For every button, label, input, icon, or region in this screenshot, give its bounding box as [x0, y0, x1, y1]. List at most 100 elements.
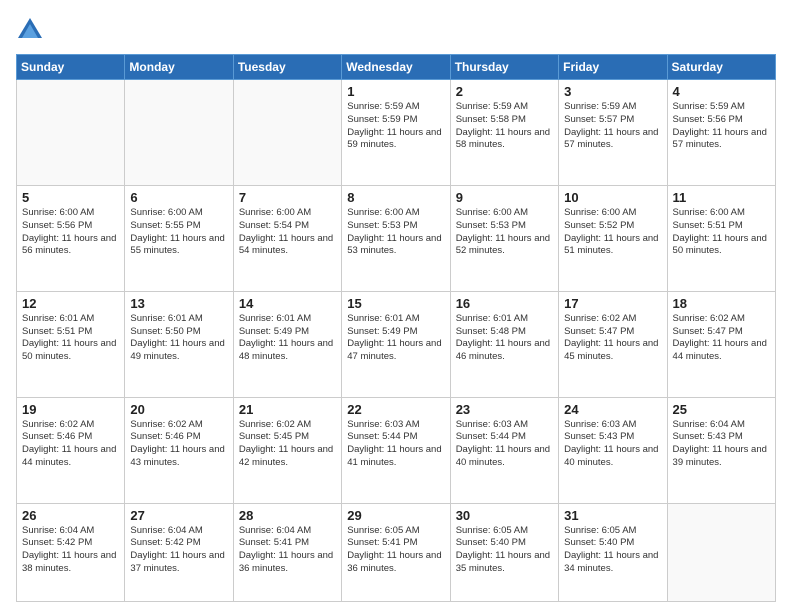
cell-sun-info: Sunrise: 6:01 AM Sunset: 5:49 PM Dayligh… — [347, 313, 444, 364]
day-number: 19 — [22, 402, 119, 417]
cell-sun-info: Sunrise: 6:02 AM Sunset: 5:46 PM Dayligh… — [130, 419, 227, 470]
calendar-cell: 11 Sunrise: 6:00 AM Sunset: 5:51 PM Dayli… — [667, 185, 775, 291]
calendar-cell: 8 Sunrise: 6:00 AM Sunset: 5:53 PM Daylig… — [342, 185, 450, 291]
week-row-4: 26 Sunrise: 6:04 AM Sunset: 5:42 PM Dayli… — [17, 503, 776, 602]
calendar-cell: 21 Sunrise: 6:02 AM Sunset: 5:45 PM Dayli… — [233, 397, 341, 503]
cell-sun-info: Sunrise: 6:00 AM Sunset: 5:53 PM Dayligh… — [456, 207, 553, 258]
calendar-cell — [667, 503, 775, 602]
week-row-2: 12Sunrise: 6:01 AM Sunset: 5:51 PM Dayli… — [17, 291, 776, 397]
weekday-header-saturday: Saturday — [667, 55, 775, 80]
calendar-cell: 18Sunrise: 6:02 AM Sunset: 5:47 PM Dayli… — [667, 291, 775, 397]
calendar-cell: 23Sunrise: 6:03 AM Sunset: 5:44 PM Dayli… — [450, 397, 558, 503]
cell-sun-info: Sunrise: 6:00 AM Sunset: 5:53 PM Dayligh… — [347, 207, 444, 258]
day-number: 5 — [22, 190, 119, 205]
calendar-cell: 24 Sunrise: 6:03 AM Sunset: 5:43 PM Dayli… — [559, 397, 667, 503]
day-number: 30 — [456, 508, 553, 523]
calendar-cell: 28 Sunrise: 6:04 AM Sunset: 5:41 PM Dayli… — [233, 503, 341, 602]
calendar-cell: 17 Sunrise: 6:02 AM Sunset: 5:47 PM Dayli… — [559, 291, 667, 397]
page: SundayMondayTuesdayWednesdayThursdayFrid… — [0, 0, 792, 612]
calendar-cell: 7 Sunrise: 6:00 AM Sunset: 5:54 PM Daylig… — [233, 185, 341, 291]
calendar-cell: 14Sunrise: 6:01 AM Sunset: 5:49 PM Dayli… — [233, 291, 341, 397]
cell-sun-info: Sunrise: 6:00 AM Sunset: 5:56 PM Dayligh… — [22, 207, 119, 258]
cell-sun-info: Sunrise: 6:04 AM Sunset: 5:42 PM Dayligh… — [130, 525, 227, 576]
calendar-cell: 25 Sunrise: 6:04 AM Sunset: 5:43 PM Dayli… — [667, 397, 775, 503]
calendar-cell: 2 Sunrise: 5:59 AM Sunset: 5:58 PM Daylig… — [450, 80, 558, 186]
header — [16, 16, 776, 44]
weekday-header-tuesday: Tuesday — [233, 55, 341, 80]
cell-sun-info: Sunrise: 6:01 AM Sunset: 5:48 PM Dayligh… — [456, 313, 553, 364]
day-number: 8 — [347, 190, 444, 205]
calendar-cell: 20 Sunrise: 6:02 AM Sunset: 5:46 PM Dayli… — [125, 397, 233, 503]
cell-sun-info: Sunrise: 6:04 AM Sunset: 5:42 PM Dayligh… — [22, 525, 119, 576]
week-row-0: 1 Sunrise: 5:59 AM Sunset: 5:59 PM Daylig… — [17, 80, 776, 186]
calendar-cell: 3 Sunrise: 5:59 AM Sunset: 5:57 PM Daylig… — [559, 80, 667, 186]
cell-sun-info: Sunrise: 6:00 AM Sunset: 5:55 PM Dayligh… — [130, 207, 227, 258]
day-number: 11 — [673, 190, 770, 205]
day-number: 21 — [239, 402, 336, 417]
calendar-cell: 31 Sunrise: 6:05 AM Sunset: 5:40 PM Dayli… — [559, 503, 667, 602]
day-number: 17 — [564, 296, 661, 311]
day-number: 16 — [456, 296, 553, 311]
calendar-cell: 10 Sunrise: 6:00 AM Sunset: 5:52 PM Dayli… — [559, 185, 667, 291]
calendar-cell: 27 Sunrise: 6:04 AM Sunset: 5:42 PM Dayli… — [125, 503, 233, 602]
day-number: 3 — [564, 84, 661, 99]
day-number: 1 — [347, 84, 444, 99]
calendar-cell: 13Sunrise: 6:01 AM Sunset: 5:50 PM Dayli… — [125, 291, 233, 397]
calendar-cell: 1 Sunrise: 5:59 AM Sunset: 5:59 PM Daylig… — [342, 80, 450, 186]
logo-icon — [16, 16, 44, 44]
day-number: 24 — [564, 402, 661, 417]
cell-sun-info: Sunrise: 6:01 AM Sunset: 5:49 PM Dayligh… — [239, 313, 336, 364]
calendar-cell — [125, 80, 233, 186]
day-number: 28 — [239, 508, 336, 523]
weekday-header-row: SundayMondayTuesdayWednesdayThursdayFrid… — [17, 55, 776, 80]
cell-sun-info: Sunrise: 6:00 AM Sunset: 5:52 PM Dayligh… — [564, 207, 661, 258]
cell-sun-info: Sunrise: 6:00 AM Sunset: 5:54 PM Dayligh… — [239, 207, 336, 258]
day-number: 29 — [347, 508, 444, 523]
week-row-1: 5 Sunrise: 6:00 AM Sunset: 5:56 PM Daylig… — [17, 185, 776, 291]
day-number: 26 — [22, 508, 119, 523]
cell-sun-info: Sunrise: 6:02 AM Sunset: 5:45 PM Dayligh… — [239, 419, 336, 470]
day-number: 4 — [673, 84, 770, 99]
day-number: 7 — [239, 190, 336, 205]
day-number: 27 — [130, 508, 227, 523]
calendar-cell: 19 Sunrise: 6:02 AM Sunset: 5:46 PM Dayli… — [17, 397, 125, 503]
calendar-cell: 29Sunrise: 6:05 AM Sunset: 5:41 PM Dayli… — [342, 503, 450, 602]
calendar-cell — [17, 80, 125, 186]
day-number: 25 — [673, 402, 770, 417]
calendar-cell: 9Sunrise: 6:00 AM Sunset: 5:53 PM Daylig… — [450, 185, 558, 291]
cell-sun-info: Sunrise: 5:59 AM Sunset: 5:57 PM Dayligh… — [564, 101, 661, 152]
weekday-header-monday: Monday — [125, 55, 233, 80]
logo — [16, 16, 48, 44]
cell-sun-info: Sunrise: 6:03 AM Sunset: 5:43 PM Dayligh… — [564, 419, 661, 470]
calendar-cell: 5 Sunrise: 6:00 AM Sunset: 5:56 PM Daylig… — [17, 185, 125, 291]
day-number: 12 — [22, 296, 119, 311]
day-number: 6 — [130, 190, 227, 205]
calendar-table: SundayMondayTuesdayWednesdayThursdayFrid… — [16, 54, 776, 602]
cell-sun-info: Sunrise: 6:02 AM Sunset: 5:46 PM Dayligh… — [22, 419, 119, 470]
calendar-cell: 4Sunrise: 5:59 AM Sunset: 5:56 PM Daylig… — [667, 80, 775, 186]
weekday-header-friday: Friday — [559, 55, 667, 80]
weekday-header-sunday: Sunday — [17, 55, 125, 80]
cell-sun-info: Sunrise: 6:02 AM Sunset: 5:47 PM Dayligh… — [673, 313, 770, 364]
cell-sun-info: Sunrise: 5:59 AM Sunset: 5:58 PM Dayligh… — [456, 101, 553, 152]
cell-sun-info: Sunrise: 5:59 AM Sunset: 5:59 PM Dayligh… — [347, 101, 444, 152]
day-number: 22 — [347, 402, 444, 417]
cell-sun-info: Sunrise: 6:02 AM Sunset: 5:47 PM Dayligh… — [564, 313, 661, 364]
cell-sun-info: Sunrise: 6:01 AM Sunset: 5:50 PM Dayligh… — [130, 313, 227, 364]
calendar-cell: 30 Sunrise: 6:05 AM Sunset: 5:40 PM Dayli… — [450, 503, 558, 602]
day-number: 10 — [564, 190, 661, 205]
day-number: 20 — [130, 402, 227, 417]
cell-sun-info: Sunrise: 6:05 AM Sunset: 5:40 PM Dayligh… — [564, 525, 661, 576]
cell-sun-info: Sunrise: 6:04 AM Sunset: 5:41 PM Dayligh… — [239, 525, 336, 576]
day-number: 2 — [456, 84, 553, 99]
calendar-cell: 16 Sunrise: 6:01 AM Sunset: 5:48 PM Dayli… — [450, 291, 558, 397]
weekday-header-wednesday: Wednesday — [342, 55, 450, 80]
weekday-header-thursday: Thursday — [450, 55, 558, 80]
calendar-cell: 26 Sunrise: 6:04 AM Sunset: 5:42 PM Dayli… — [17, 503, 125, 602]
calendar-cell: 22 Sunrise: 6:03 AM Sunset: 5:44 PM Dayli… — [342, 397, 450, 503]
cell-sun-info: Sunrise: 6:04 AM Sunset: 5:43 PM Dayligh… — [673, 419, 770, 470]
day-number: 31 — [564, 508, 661, 523]
cell-sun-info: Sunrise: 6:05 AM Sunset: 5:40 PM Dayligh… — [456, 525, 553, 576]
cell-sun-info: Sunrise: 6:00 AM Sunset: 5:51 PM Dayligh… — [673, 207, 770, 258]
cell-sun-info: Sunrise: 6:03 AM Sunset: 5:44 PM Dayligh… — [347, 419, 444, 470]
